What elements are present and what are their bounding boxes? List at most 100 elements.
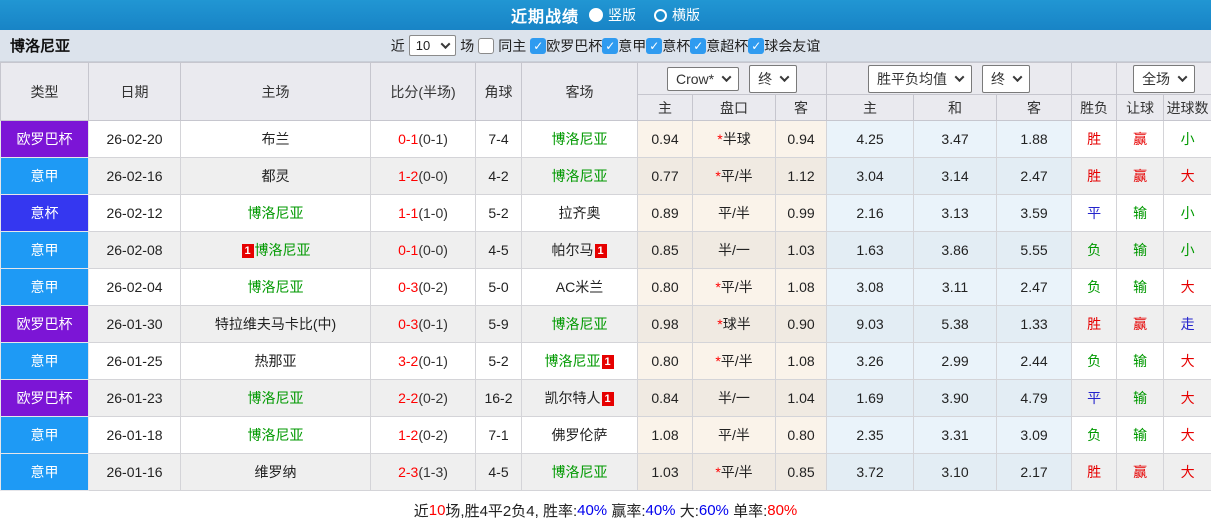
team-name[interactable]: 博洛尼亚 [552,131,608,147]
home-team-cell[interactable]: 博洛尼亚 [181,417,371,454]
home-team-cell[interactable]: 博洛尼亚 [181,269,371,306]
match-type-cell[interactable]: 意甲 [1,417,89,454]
away-team-cell[interactable]: 博洛尼亚 [522,121,638,158]
match-type-cell[interactable]: 意甲 [1,454,89,491]
away-team-cell[interactable]: 凯尔特人1 [522,380,638,417]
odds-time-select[interactable]: 终 [749,65,797,93]
competition-checkbox-1[interactable]: ✓ [602,38,618,54]
results-table: 类型 日期 主场 比分(半场) 角球 客场 Crow* 终 [0,62,1211,491]
away-team-cell[interactable]: AC米兰 [522,269,638,306]
team-name[interactable]: 布兰 [262,131,290,147]
away-team-cell[interactable]: 博洛尼亚 [522,454,638,491]
match-type-cell[interactable]: 意甲 [1,343,89,380]
col-header-handicap-result: 让球 [1117,95,1164,121]
score-cell[interactable]: 3-2(0-1) [371,343,476,380]
same-home-checkbox[interactable] [478,38,494,54]
away-team-cell[interactable]: 博洛尼亚1 [522,343,638,380]
competition-filter-4[interactable]: ✓球会友谊 [748,36,820,56]
avg-time-select[interactable]: 终 [982,65,1030,93]
team-name[interactable]: 博洛尼亚 [545,353,601,369]
away-team-cell[interactable]: 博洛尼亚 [522,158,638,195]
team-name[interactable]: 帕尔马 [552,242,594,258]
home-team-cell[interactable]: 热那亚 [181,343,371,380]
radio-horizontal-layout[interactable]: 横版 [654,5,700,25]
team-name[interactable]: 博洛尼亚 [248,279,304,295]
team-name[interactable]: 特拉维夫马卡比(中) [215,316,336,332]
competition-filter-2[interactable]: ✓意杯 [646,36,690,56]
handicap-cell: *半球 [693,121,776,158]
away-team-cell[interactable]: 博洛尼亚 [522,306,638,343]
score-cell[interactable]: 2-3(1-3) [371,454,476,491]
home-team-cell[interactable]: 维罗纳 [181,454,371,491]
match-type-cell[interactable]: 意杯 [1,195,89,232]
match-type-cell[interactable]: 欧罗巴杯 [1,306,89,343]
match-type-cell[interactable]: 意甲 [1,232,89,269]
home-team-cell[interactable]: 博洛尼亚 [181,195,371,232]
match-date-cell: 26-01-23 [89,380,181,417]
team-name[interactable]: 拉齐奥 [559,205,601,221]
match-type-cell[interactable]: 意甲 [1,158,89,195]
team-name[interactable]: 博洛尼亚 [552,168,608,184]
summary-segment-1: 10 [429,502,446,519]
score-cell[interactable]: 0-3(0-1) [371,306,476,343]
avg-away-cell: 3.59 [997,195,1072,232]
odds-home-cell: 0.98 [638,306,693,343]
odds-company-select[interactable]: Crow* [667,67,739,91]
handicap-cell: *平/半 [693,343,776,380]
score-cell[interactable]: 0-3(0-2) [371,269,476,306]
team-name[interactable]: 都灵 [262,168,290,184]
competition-checkbox-2[interactable]: ✓ [646,38,662,54]
score-cell[interactable]: 1-2(0-0) [371,158,476,195]
team-name[interactable]: 博洛尼亚 [248,390,304,406]
radio-selected-icon[interactable] [589,8,603,22]
odds-away-cell: 1.04 [776,380,827,417]
team-name[interactable]: 博洛尼亚 [248,205,304,221]
away-team-cell[interactable]: 拉齐奥 [522,195,638,232]
goals-verdict-cell: 大 [1164,269,1211,306]
competition-filter-1[interactable]: ✓意甲 [602,36,646,56]
fulltime-score: 3-2 [398,353,418,369]
match-type-cell[interactable]: 欧罗巴杯 [1,380,89,417]
radio-unselected-icon[interactable] [654,9,667,22]
competition-checkbox-3[interactable]: ✓ [690,38,706,54]
home-team-cell[interactable]: 特拉维夫马卡比(中) [181,306,371,343]
match-type-cell[interactable]: 欧罗巴杯 [1,121,89,158]
team-name[interactable]: 博洛尼亚 [552,464,608,480]
same-home-label: 同主 [498,36,526,56]
competition-filter-0[interactable]: ✓欧罗巴杯 [530,36,602,56]
competition-label-2: 意杯 [662,36,690,56]
competition-checkbox-0[interactable]: ✓ [530,38,546,54]
team-name[interactable]: 博洛尼亚 [255,242,311,258]
avg-odds-select[interactable]: 胜平负均值 [868,65,972,93]
match-type-cell[interactable]: 意甲 [1,269,89,306]
team-name[interactable]: 佛罗伦萨 [552,427,608,443]
competition-filter-3[interactable]: ✓意超杯 [690,36,748,56]
avg-away-cell: 3.09 [997,417,1072,454]
odds-away-cell: 0.99 [776,195,827,232]
odds-away-cell: 0.94 [776,121,827,158]
recent-label: 近 [391,36,405,56]
score-cell[interactable]: 0-1(0-1) [371,121,476,158]
competition-checkbox-4[interactable]: ✓ [748,38,764,54]
match-count-select[interactable]: 10 [409,35,456,56]
home-team-cell[interactable]: 博洛尼亚 [181,380,371,417]
home-team-cell[interactable]: 都灵 [181,158,371,195]
radio-vertical-layout[interactable]: 竖版 [589,5,636,25]
away-team-cell[interactable]: 佛罗伦萨 [522,417,638,454]
team-name[interactable]: 维罗纳 [255,464,297,480]
avg-away-cell: 4.79 [997,380,1072,417]
score-cell[interactable]: 1-1(1-0) [371,195,476,232]
home-team-cell[interactable]: 1博洛尼亚 [181,232,371,269]
team-name[interactable]: 博洛尼亚 [248,427,304,443]
away-team-cell[interactable]: 帕尔马1 [522,232,638,269]
team-name[interactable]: 博洛尼亚 [552,316,608,332]
scope-select[interactable]: 全场 [1133,65,1195,93]
team-name[interactable]: AC米兰 [556,279,603,295]
team-name[interactable]: 热那亚 [255,353,297,369]
match-date-cell: 26-02-20 [89,121,181,158]
team-name[interactable]: 凯尔特人 [545,390,601,406]
home-team-cell[interactable]: 布兰 [181,121,371,158]
score-cell[interactable]: 0-1(0-0) [371,232,476,269]
score-cell[interactable]: 2-2(0-2) [371,380,476,417]
score-cell[interactable]: 1-2(0-2) [371,417,476,454]
